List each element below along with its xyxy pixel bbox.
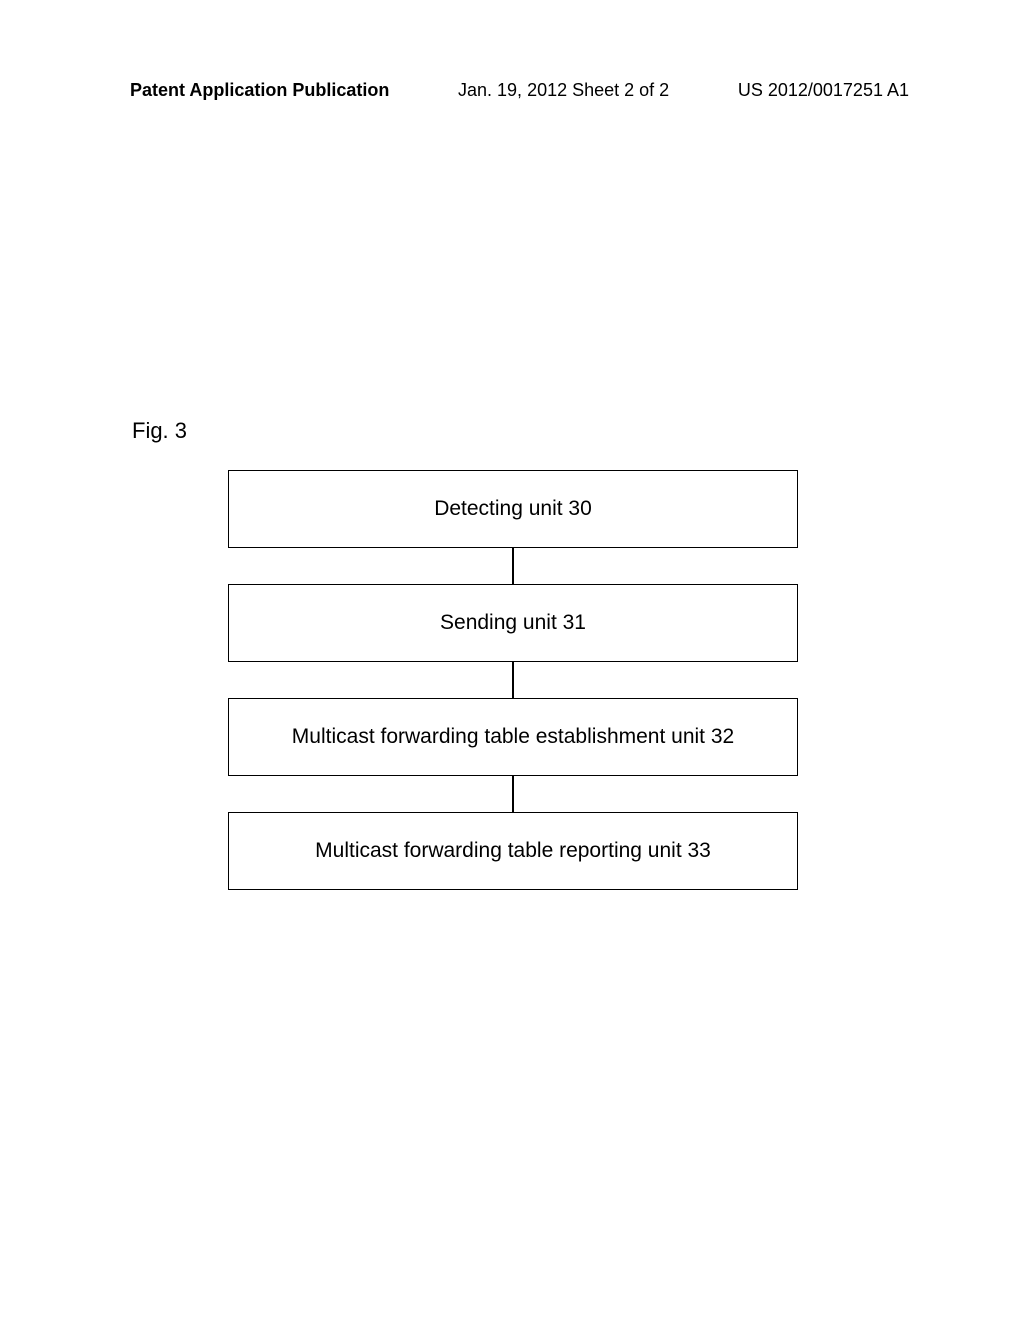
establishment-unit-box: Multicast forwarding table establishment… [228,698,798,776]
connector-line [512,662,514,698]
header-date-sheet: Jan. 19, 2012 Sheet 2 of 2 [458,80,669,101]
header-publication-number: US 2012/0017251 A1 [738,80,909,101]
sending-unit-box: Sending unit 31 [228,584,798,662]
connector-line [512,548,514,584]
connector-line [512,776,514,812]
figure-label: Fig. 3 [132,418,187,444]
block-diagram: Detecting unit 30 Sending unit 31 Multic… [228,470,798,890]
header-publication-label: Patent Application Publication [130,80,389,101]
page-header: Patent Application Publication Jan. 19, … [0,80,1024,101]
reporting-unit-box: Multicast forwarding table reporting uni… [228,812,798,890]
detecting-unit-box: Detecting unit 30 [228,470,798,548]
